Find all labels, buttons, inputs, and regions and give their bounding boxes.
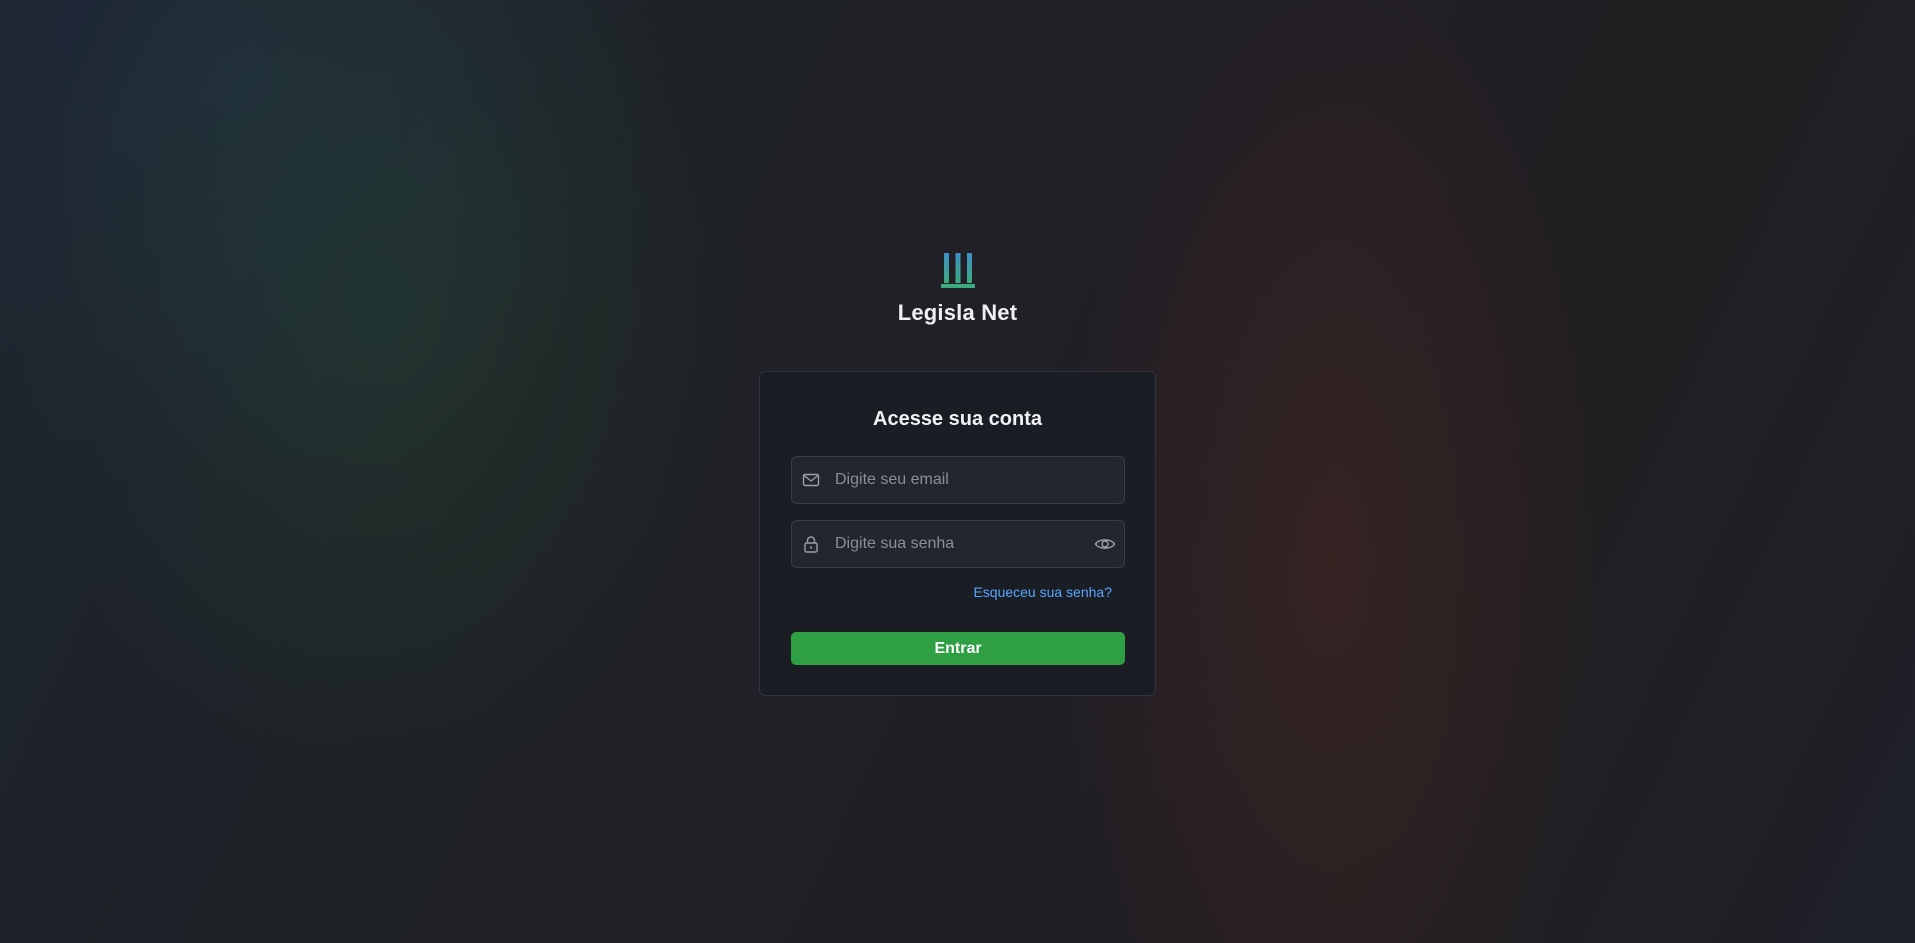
login-card: Acesse sua conta Esqueceu sua senha? Ent… xyxy=(759,371,1156,696)
columns-logo-icon xyxy=(940,253,975,288)
mail-icon xyxy=(802,473,820,487)
password-field[interactable] xyxy=(791,520,1125,568)
password-input[interactable] xyxy=(835,521,1075,567)
brand-name: Legisla Net xyxy=(897,300,1018,325)
login-title: Acesse sua conta xyxy=(873,408,1042,430)
eye-icon[interactable] xyxy=(1094,534,1116,554)
email-field[interactable] xyxy=(791,456,1125,504)
login-submit-button[interactable]: Entrar xyxy=(791,632,1125,665)
brand-header: Legisla Net xyxy=(0,250,1915,326)
forgot-password-link[interactable]: Esqueceu sua senha? xyxy=(973,584,1112,600)
lock-icon xyxy=(804,536,818,553)
email-input[interactable] xyxy=(835,457,1075,503)
